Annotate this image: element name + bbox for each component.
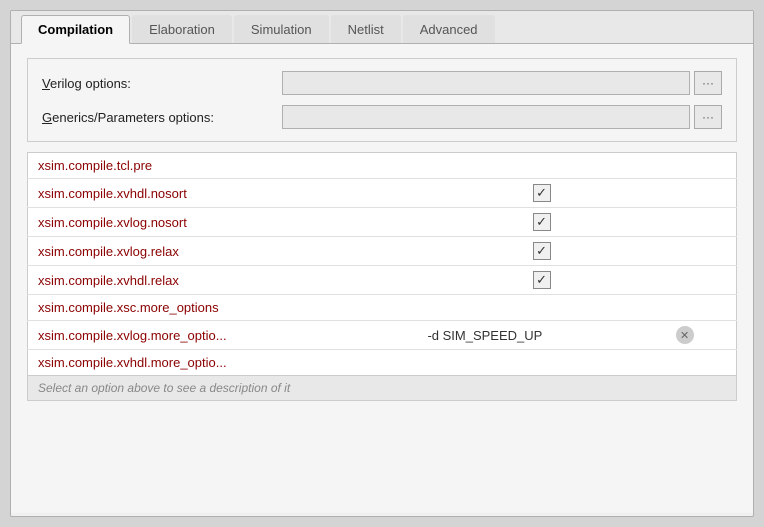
prop-action: [666, 295, 737, 321]
tab-advanced[interactable]: Advanced: [403, 15, 495, 43]
outer-container: CompilationElaborationSimulationNetlistA…: [0, 0, 764, 527]
options-section: Verilog options: ··· Generics/Parameters…: [27, 58, 737, 142]
prop-value: -d SIM_SPEED_UP: [417, 321, 665, 350]
prop-name: xsim.compile.tcl.pre: [28, 153, 418, 179]
checkbox[interactable]: ✓: [533, 213, 551, 231]
prop-name: xsim.compile.xvhdl.more_optio...: [28, 350, 418, 376]
tab-simulation[interactable]: Simulation: [234, 15, 329, 43]
tab-bar: CompilationElaborationSimulationNetlistA…: [11, 11, 753, 44]
generics-label-rest: enerics/Parameters options:: [52, 110, 214, 125]
prop-name: xsim.compile.xvhdl.relax: [28, 266, 418, 295]
table-row: xsim.compile.xvhdl.more_optio...: [28, 350, 737, 376]
prop-value: [417, 350, 665, 376]
tab-netlist[interactable]: Netlist: [331, 15, 401, 43]
checkbox[interactable]: ✓: [533, 242, 551, 260]
tab-compilation[interactable]: Compilation: [21, 15, 130, 44]
prop-name: xsim.compile.xsc.more_options: [28, 295, 418, 321]
table-row: xsim.compile.tcl.pre: [28, 153, 737, 179]
checkbox[interactable]: ✓: [533, 271, 551, 289]
prop-action: [666, 266, 737, 295]
table-row: xsim.compile.xvhdl.nosort ✓: [28, 179, 737, 208]
main-panel: CompilationElaborationSimulationNetlistA…: [10, 10, 754, 517]
prop-action: [666, 237, 737, 266]
verilog-options-row: Verilog options: ···: [42, 71, 722, 95]
clear-button[interactable]: ✕: [676, 326, 694, 344]
verilog-label-rest: erilog options:: [50, 76, 131, 91]
description-bar: Select an option above to see a descript…: [27, 376, 737, 401]
prop-value[interactable]: ✓: [417, 179, 665, 208]
prop-action: [666, 350, 737, 376]
checkbox[interactable]: ✓: [533, 184, 551, 202]
verilog-browse-button[interactable]: ···: [694, 71, 722, 95]
table-row: xsim.compile.xsc.more_options: [28, 295, 737, 321]
table-row: xsim.compile.xvlog.nosort ✓: [28, 208, 737, 237]
prop-action: ✕: [666, 321, 737, 350]
prop-action: [666, 179, 737, 208]
prop-action: [666, 153, 737, 179]
table-row: xsim.compile.xvlog.more_optio...-d SIM_S…: [28, 321, 737, 350]
generics-options-row: Generics/Parameters options: ···: [42, 105, 722, 129]
verilog-input[interactable]: [282, 71, 690, 95]
prop-action: [666, 208, 737, 237]
prop-value[interactable]: ✓: [417, 266, 665, 295]
properties-table: xsim.compile.tcl.prexsim.compile.xvhdl.n…: [27, 152, 737, 376]
prop-value[interactable]: ✓: [417, 237, 665, 266]
prop-value[interactable]: ✓: [417, 208, 665, 237]
prop-name: xsim.compile.xvlog.relax: [28, 237, 418, 266]
generics-label: Generics/Parameters options:: [42, 110, 282, 125]
table-row: xsim.compile.xvhdl.relax ✓: [28, 266, 737, 295]
generics-input[interactable]: [282, 105, 690, 129]
prop-name: xsim.compile.xvhdl.nosort: [28, 179, 418, 208]
verilog-label: Verilog options:: [42, 76, 282, 91]
content-area: Verilog options: ··· Generics/Parameters…: [11, 44, 753, 513]
generics-browse-button[interactable]: ···: [694, 105, 722, 129]
prop-name: xsim.compile.xvlog.more_optio...: [28, 321, 418, 350]
prop-name: xsim.compile.xvlog.nosort: [28, 208, 418, 237]
prop-value: [417, 295, 665, 321]
description-text: Select an option above to see a descript…: [38, 381, 290, 395]
prop-value: [417, 153, 665, 179]
tab-elaboration[interactable]: Elaboration: [132, 15, 232, 43]
table-row: xsim.compile.xvlog.relax ✓: [28, 237, 737, 266]
